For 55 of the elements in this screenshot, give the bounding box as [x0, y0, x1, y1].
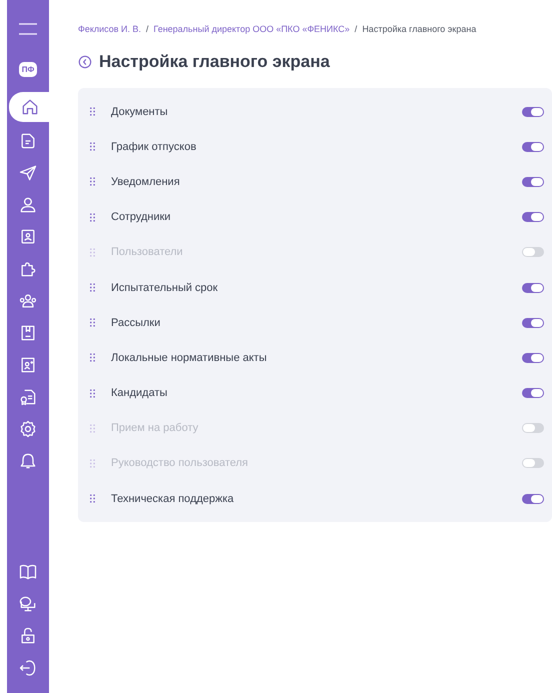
setting-label: Прием на работу	[111, 422, 200, 434]
setting-label: Уведомления	[111, 176, 181, 188]
toggle-switch[interactable]	[522, 142, 544, 152]
setting-label: Рассылки	[111, 316, 162, 329]
back-icon[interactable]	[78, 55, 92, 69]
breadcrumb-link[interactable]: Генеральный директор ООО «ПКО «ФЕНИКС»	[154, 24, 350, 34]
toggle-switch[interactable]	[522, 318, 544, 328]
setting-label: Техническая поддержка	[111, 492, 235, 505]
send-icon	[18, 163, 38, 183]
bell-icon	[18, 451, 38, 471]
toggle-switch[interactable]	[522, 176, 544, 187]
monitor-chat-icon	[18, 594, 38, 614]
setting-label: Документы	[111, 106, 169, 118]
drag-handle-icon[interactable]	[90, 388, 95, 398]
certificate-icon	[18, 387, 38, 407]
breadcrumb-separator: /	[354, 24, 358, 34]
drag-handle-icon[interactable]	[90, 142, 95, 152]
setting-label: Руководство пользователя	[111, 457, 249, 470]
toggle-switch[interactable]	[522, 388, 544, 398]
book-icon	[18, 562, 38, 582]
breadcrumb-separator: /	[146, 24, 149, 34]
page-title: Настройка главного экрана	[99, 52, 330, 72]
drag-handle-icon[interactable]	[90, 212, 95, 222]
toggle-switch[interactable]	[522, 106, 544, 117]
toggle-switch[interactable]	[522, 247, 544, 258]
settings-icon	[18, 419, 38, 439]
toggle-switch[interactable]	[522, 423, 544, 434]
drag-handle-icon[interactable]	[90, 494, 95, 504]
drag-handle-icon[interactable]	[90, 107, 95, 116]
profile-badge[interactable]: ПФ	[19, 62, 37, 77]
user-icon	[18, 195, 38, 215]
drag-handle-icon[interactable]	[90, 177, 95, 186]
setting-label: Сотрудники	[111, 211, 172, 224]
drag-handle-icon[interactable]	[90, 283, 95, 292]
breadcrumb-link[interactable]: Феклисов И. В.	[78, 24, 142, 34]
setting-label: Испытательный срок	[111, 282, 219, 294]
setting-label: Кандидаты	[111, 387, 168, 400]
drag-handle-icon[interactable]	[90, 318, 95, 328]
setting-label: Пользователи	[111, 246, 184, 258]
drag-handle-icon[interactable]	[90, 353, 95, 362]
breadcrumb-link[interactable]: Настройка главного экрана	[362, 24, 476, 34]
home-icon	[20, 97, 40, 117]
drag-handle-icon[interactable]	[90, 458, 95, 468]
drag-handle-icon[interactable]	[90, 248, 95, 257]
toggle-switch[interactable]	[522, 212, 544, 222]
toggle-switch[interactable]	[522, 494, 544, 504]
toggle-switch[interactable]	[522, 352, 544, 363]
toggle-switch[interactable]	[522, 458, 544, 468]
drag-handle-icon[interactable]	[90, 424, 95, 433]
logout-icon	[18, 658, 38, 678]
nav-item[interactable]	[9, 92, 51, 122]
setting-label: Локальные нормативные акты	[111, 352, 268, 364]
toggle-switch[interactable]	[522, 282, 544, 293]
setting-label: График отпусков	[111, 140, 198, 153]
menu-icon[interactable]	[18, 22, 38, 36]
